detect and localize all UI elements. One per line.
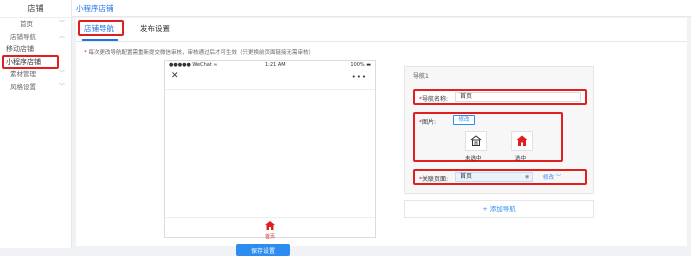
add-nav-button[interactable]: + 添加导航 <box>404 200 594 218</box>
sidebar-item-mobile-shop[interactable]: 移动店铺 <box>0 43 71 56</box>
sidebar-title: 店铺 <box>0 0 71 18</box>
breadcrumb: 小程序店铺 <box>72 0 691 17</box>
nav-name-label: *导航名称: <box>419 96 449 103</box>
selected-caption: 选中 <box>515 156 527 162</box>
tabbar-label: 首页 <box>264 234 275 240</box>
nav-name-input[interactable]: 首页 <box>455 92 581 102</box>
chevron-up-icon: ︿ <box>58 32 65 40</box>
modify-image-button[interactable]: 修改 <box>453 115 475 125</box>
chevron-down-icon: ﹀ <box>58 20 65 27</box>
highlight-box <box>2 55 59 69</box>
linked-page-row: *关联页面: 首页 ◉ 修改 ﹀ <box>413 169 587 185</box>
sidebar-item-style[interactable]: 风格设置 ﹀ <box>0 81 71 94</box>
home-icon <box>516 135 528 146</box>
status-time: 1:21 AM <box>265 62 286 68</box>
tab-publish-settings[interactable]: 发布设置 <box>140 23 170 34</box>
sidebar-item-label: 店铺导航 <box>10 32 36 41</box>
selected-icon-preview[interactable] <box>511 131 533 151</box>
status-battery: 100% ▬ <box>350 62 371 68</box>
main-area: 小程序店铺 店铺导航 发布设置 * 每次更改导航配置需重新提交微信审核，审核通过… <box>72 0 691 256</box>
save-button[interactable]: 保存设置 <box>236 244 290 256</box>
sidebar-item-label: 素材管理 <box>10 70 36 78</box>
divider <box>165 217 375 218</box>
breadcrumb-current[interactable]: 小程序店铺 <box>76 4 114 13</box>
tab-bar: 店铺导航 发布设置 <box>76 18 687 42</box>
sidebar-item-materials[interactable]: 素材管理 ﹀ <box>0 68 71 81</box>
modify-page-dropdown[interactable]: 修改 ﹀ <box>543 173 561 181</box>
content-panel: 店铺导航 发布设置 * 每次更改导航配置需重新提交微信审核，审核通过后才可生效（… <box>76 18 687 256</box>
image-label: *图片: <box>419 119 437 126</box>
divider <box>165 89 375 90</box>
home-icon <box>265 221 275 230</box>
highlight-box <box>78 20 124 36</box>
panel-title: 导航1 <box>413 73 429 80</box>
linked-page-label: *关联页面: <box>419 176 449 183</box>
unselected-icon-preview[interactable] <box>465 131 487 151</box>
close-icon: ✕ <box>171 71 179 81</box>
sidebar-item-label: 首页 <box>20 20 33 28</box>
tab-underline <box>82 39 118 41</box>
nav-edit-panel: 导航1 *导航名称: 首页 *图片: 修改 未选中 选中 *关联页面: 首页 ◉… <box>404 66 594 194</box>
chevron-down-icon: ﹀ <box>58 82 65 90</box>
unselected-caption: 未选中 <box>465 156 482 162</box>
sidebar-item-shop-nav[interactable]: 店铺导航 ︿ <box>0 31 71 44</box>
notice-text: * 每次更改导航配置需重新提交微信审核，审核通过后才可生效（只更换前页面链接无需… <box>84 50 315 56</box>
chevron-down-icon: ﹀ <box>58 70 65 77</box>
status-carrier: ●●●●● WeChat ≈ <box>169 62 218 68</box>
more-icon: ••• <box>351 73 367 81</box>
eye-icon[interactable]: ◉ <box>525 174 529 180</box>
home-outline-icon <box>470 135 482 146</box>
sidebar-item-label: 风格设置 <box>10 82 36 91</box>
sidebar-item-label: 移动店铺 <box>6 45 34 53</box>
linked-page-input[interactable]: 首页 <box>455 172 533 182</box>
nav-name-row: *导航名称: 首页 <box>413 89 587 105</box>
image-row: *图片: 修改 未选中 选中 <box>413 112 563 162</box>
tabbar-item-home: 首页 <box>256 221 284 240</box>
sidebar: 店铺 首页 ﹀ 店铺导航 ︿ 移动店铺 小程序店铺 素材管理 ﹀ 风格设置 ﹀ <box>0 0 72 248</box>
phone-preview: ●●●●● WeChat ≈ 1:21 AM 100% ▬ ✕ ••• 首页 <box>164 60 376 240</box>
phone-status-bar: ●●●●● WeChat ≈ 1:21 AM 100% ▬ <box>165 61 375 69</box>
sidebar-item-home[interactable]: 首页 ﹀ <box>0 18 71 31</box>
